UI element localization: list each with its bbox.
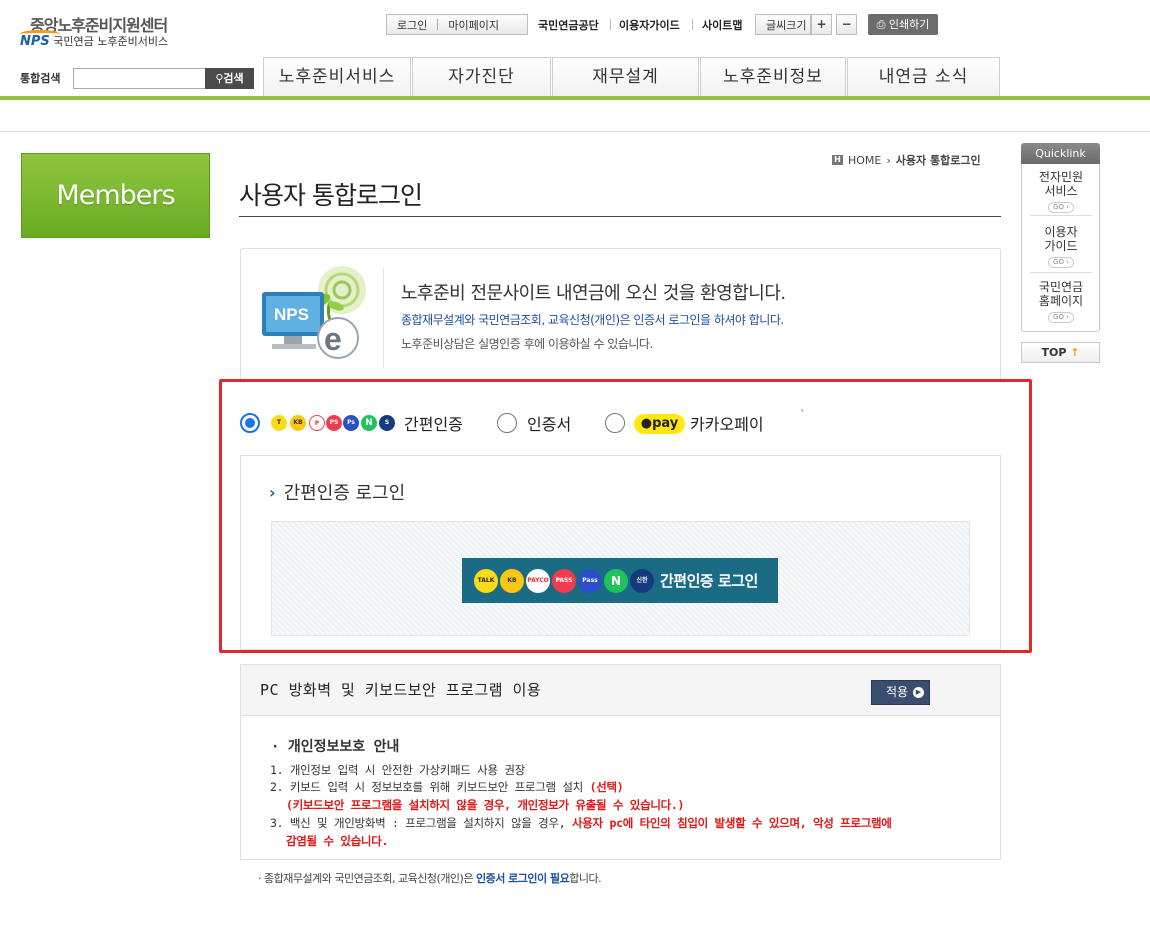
cert-login-notice: 종합재무설계와 국민연금조회, 교육신청(개인)은 인증서 로그인을 하셔야 합… bbox=[401, 313, 784, 327]
privacy-line-2-text: 2. 키보드 입력 시 정보보호를 위해 키보드보안 프로그램 설치 bbox=[270, 780, 590, 794]
apply-button[interactable]: 적용 ▶ bbox=[871, 680, 930, 705]
nav-tab-financial-planning[interactable]: 재무설계 bbox=[552, 57, 699, 97]
quicklink-label: 가이드 bbox=[1044, 239, 1078, 253]
footnote: · 종합재무설계와 국민연금조회, 교육신청(개인)은 인증서 로그인이 필요합… bbox=[258, 870, 602, 886]
font-size-text: 글씨크기 bbox=[766, 18, 807, 32]
scroll-top-button[interactable]: TOP ↑ bbox=[1021, 342, 1100, 363]
nav-tab-pension-news[interactable]: 내연금 소식 bbox=[847, 57, 1000, 97]
main-navigation: 노후준비서비스 자가진단 재무설계 노후준비정보 내연금 소식 bbox=[263, 57, 1001, 97]
go-button[interactable]: GO › bbox=[1048, 202, 1074, 213]
title-underline bbox=[239, 216, 1001, 217]
logo-subtitle-text: 국민연금 노후준비서비스 bbox=[53, 35, 169, 48]
search-input[interactable] bbox=[73, 68, 206, 89]
util-login-group: 로그인 마이페이지 bbox=[386, 14, 528, 35]
apply-button-label: 적용 bbox=[886, 685, 909, 699]
privacy-line-1: 1. 개인정보 입력 시 안전한 가상키패드 사용 권장 bbox=[270, 763, 525, 777]
quicklink-divider bbox=[1030, 215, 1092, 216]
site-logo[interactable]: 중앙노후준비지원센터 NPS 국민연금 노후준비서비스 bbox=[20, 10, 190, 50]
nav-tab-retirement-service[interactable]: 노후준비서비스 bbox=[263, 57, 411, 97]
quicklink-label: 서비스 bbox=[1044, 184, 1078, 198]
privacy-warning-2: 사용자 pc에 타인의 침입이 발생할 수 있으며, 악성 프로그램에 bbox=[572, 816, 892, 830]
play-arrow-icon: ▶ bbox=[913, 687, 924, 698]
logo-nps: NPS bbox=[20, 34, 50, 49]
breadcrumb-home[interactable]: HOME bbox=[848, 154, 881, 167]
nav-tab-self-diagnosis[interactable]: 자가진단 bbox=[412, 57, 551, 97]
login-link[interactable]: 로그인 bbox=[387, 17, 437, 33]
print-button[interactable]: ⎙ 인쇄하기 bbox=[868, 14, 938, 35]
privacy-guide-title: · 개인정보보호 안내 bbox=[271, 739, 400, 755]
welcome-title: 노후준비 전문사이트 내연금에 오신 것을 환영합니다. bbox=[401, 283, 786, 304]
top-label: TOP bbox=[1041, 346, 1067, 359]
quicklink-label: 이용자 bbox=[1044, 225, 1078, 239]
go-button[interactable]: GO › bbox=[1048, 312, 1074, 323]
util-separator bbox=[610, 19, 611, 30]
print-label: 인쇄하기 bbox=[888, 18, 930, 31]
quicklink-divider bbox=[1030, 272, 1092, 273]
quicklink-label: 전자민원 bbox=[1038, 170, 1084, 184]
privacy-line-2: 2. 키보드 입력 시 정보보호를 위해 키보드보안 프로그램 설치 (선택) bbox=[270, 779, 624, 795]
guide-link[interactable]: 이용자가이드 bbox=[619, 17, 680, 33]
privacy-warning-1: (키보드보안 프로그램을 설치하지 않을 경우, 개인정보가 유출될 수 있습니… bbox=[286, 798, 685, 812]
logo-subtitle: NPS 국민연금 노후준비서비스 bbox=[20, 33, 168, 49]
footnote-text: · 종합재무설계와 국민연금조회, 교육신청(개인)은 bbox=[258, 872, 476, 885]
util-separator bbox=[692, 19, 693, 30]
font-minus-button[interactable]: − bbox=[836, 14, 857, 35]
quicklink-e-civil[interactable]: 전자민원 서비스 GO › bbox=[1030, 170, 1092, 213]
breadcrumb-chevron-icon: › bbox=[886, 153, 891, 167]
font-plus-button[interactable]: + bbox=[811, 14, 832, 35]
nps-computer-illustration: NPS e bbox=[262, 266, 366, 359]
quicklink-user-guide[interactable]: 이용자 가이드 GO › bbox=[1030, 225, 1092, 268]
go-button[interactable]: GO › bbox=[1048, 257, 1074, 268]
welcome-divider bbox=[383, 268, 384, 368]
quicklink-nps-home[interactable]: 국민연금 홈페이지 GO › bbox=[1030, 280, 1092, 323]
arrow-up-icon: ↑ bbox=[1070, 346, 1080, 359]
quicklink-label: 홈페이지 bbox=[1038, 294, 1084, 308]
nav-tab-retirement-info[interactable]: 노후준비정보 bbox=[700, 57, 846, 97]
optional-tag: (선택) bbox=[589, 780, 624, 794]
footnote-end: 합니다. bbox=[569, 872, 602, 885]
svg-text:NPS: NPS bbox=[274, 305, 309, 324]
counseling-notice: 노후준비상담은 실명인증 후에 이용하실 수 있습니다. bbox=[401, 337, 653, 351]
breadcrumb: H HOME › 사용자 통합로그인 bbox=[832, 152, 981, 168]
search-label: 통합검색 bbox=[20, 72, 61, 85]
privacy-line-3: 3. 백신 및 개인방화벽 : 프로그램을 설치하지 않을 경우, 사용자 pc… bbox=[270, 815, 892, 831]
nps-link[interactable]: 국민연금공단 bbox=[538, 17, 599, 33]
page-title: 사용자 통합로그인 bbox=[239, 181, 423, 210]
mypage-link[interactable]: 마이페이지 bbox=[438, 17, 509, 33]
search-button[interactable]: ⚲검색 bbox=[205, 68, 254, 89]
sitemap-link[interactable]: 사이트맵 bbox=[702, 17, 742, 33]
privacy-warning-3: 감염될 수 있습니다. bbox=[286, 834, 389, 848]
breadcrumb-current: 사용자 통합로그인 bbox=[895, 154, 981, 167]
font-size-label: 글씨크기 bbox=[755, 14, 811, 35]
printer-icon: ⎙ bbox=[876, 18, 886, 31]
privacy-line-3-text: 3. 백신 및 개인방화벽 : 프로그램을 설치하지 않을 경우, bbox=[270, 816, 572, 830]
home-icon: H bbox=[832, 155, 843, 165]
highlight-frame bbox=[219, 379, 1032, 653]
quicklink-title: Quicklink bbox=[1021, 143, 1100, 164]
pc-security-title: PC 방화벽 및 키보드보안 프로그램 이용 bbox=[260, 681, 542, 699]
search-button-label: 검색 bbox=[223, 72, 244, 85]
header-divider bbox=[0, 131, 1150, 132]
svg-text:e: e bbox=[324, 321, 342, 357]
header-green-bar bbox=[0, 96, 1150, 100]
footnote-emphasis: 인증서 로그인이 필요 bbox=[475, 872, 570, 885]
quicklink-label: 국민연금 bbox=[1038, 280, 1084, 294]
members-banner: Members bbox=[21, 153, 210, 238]
